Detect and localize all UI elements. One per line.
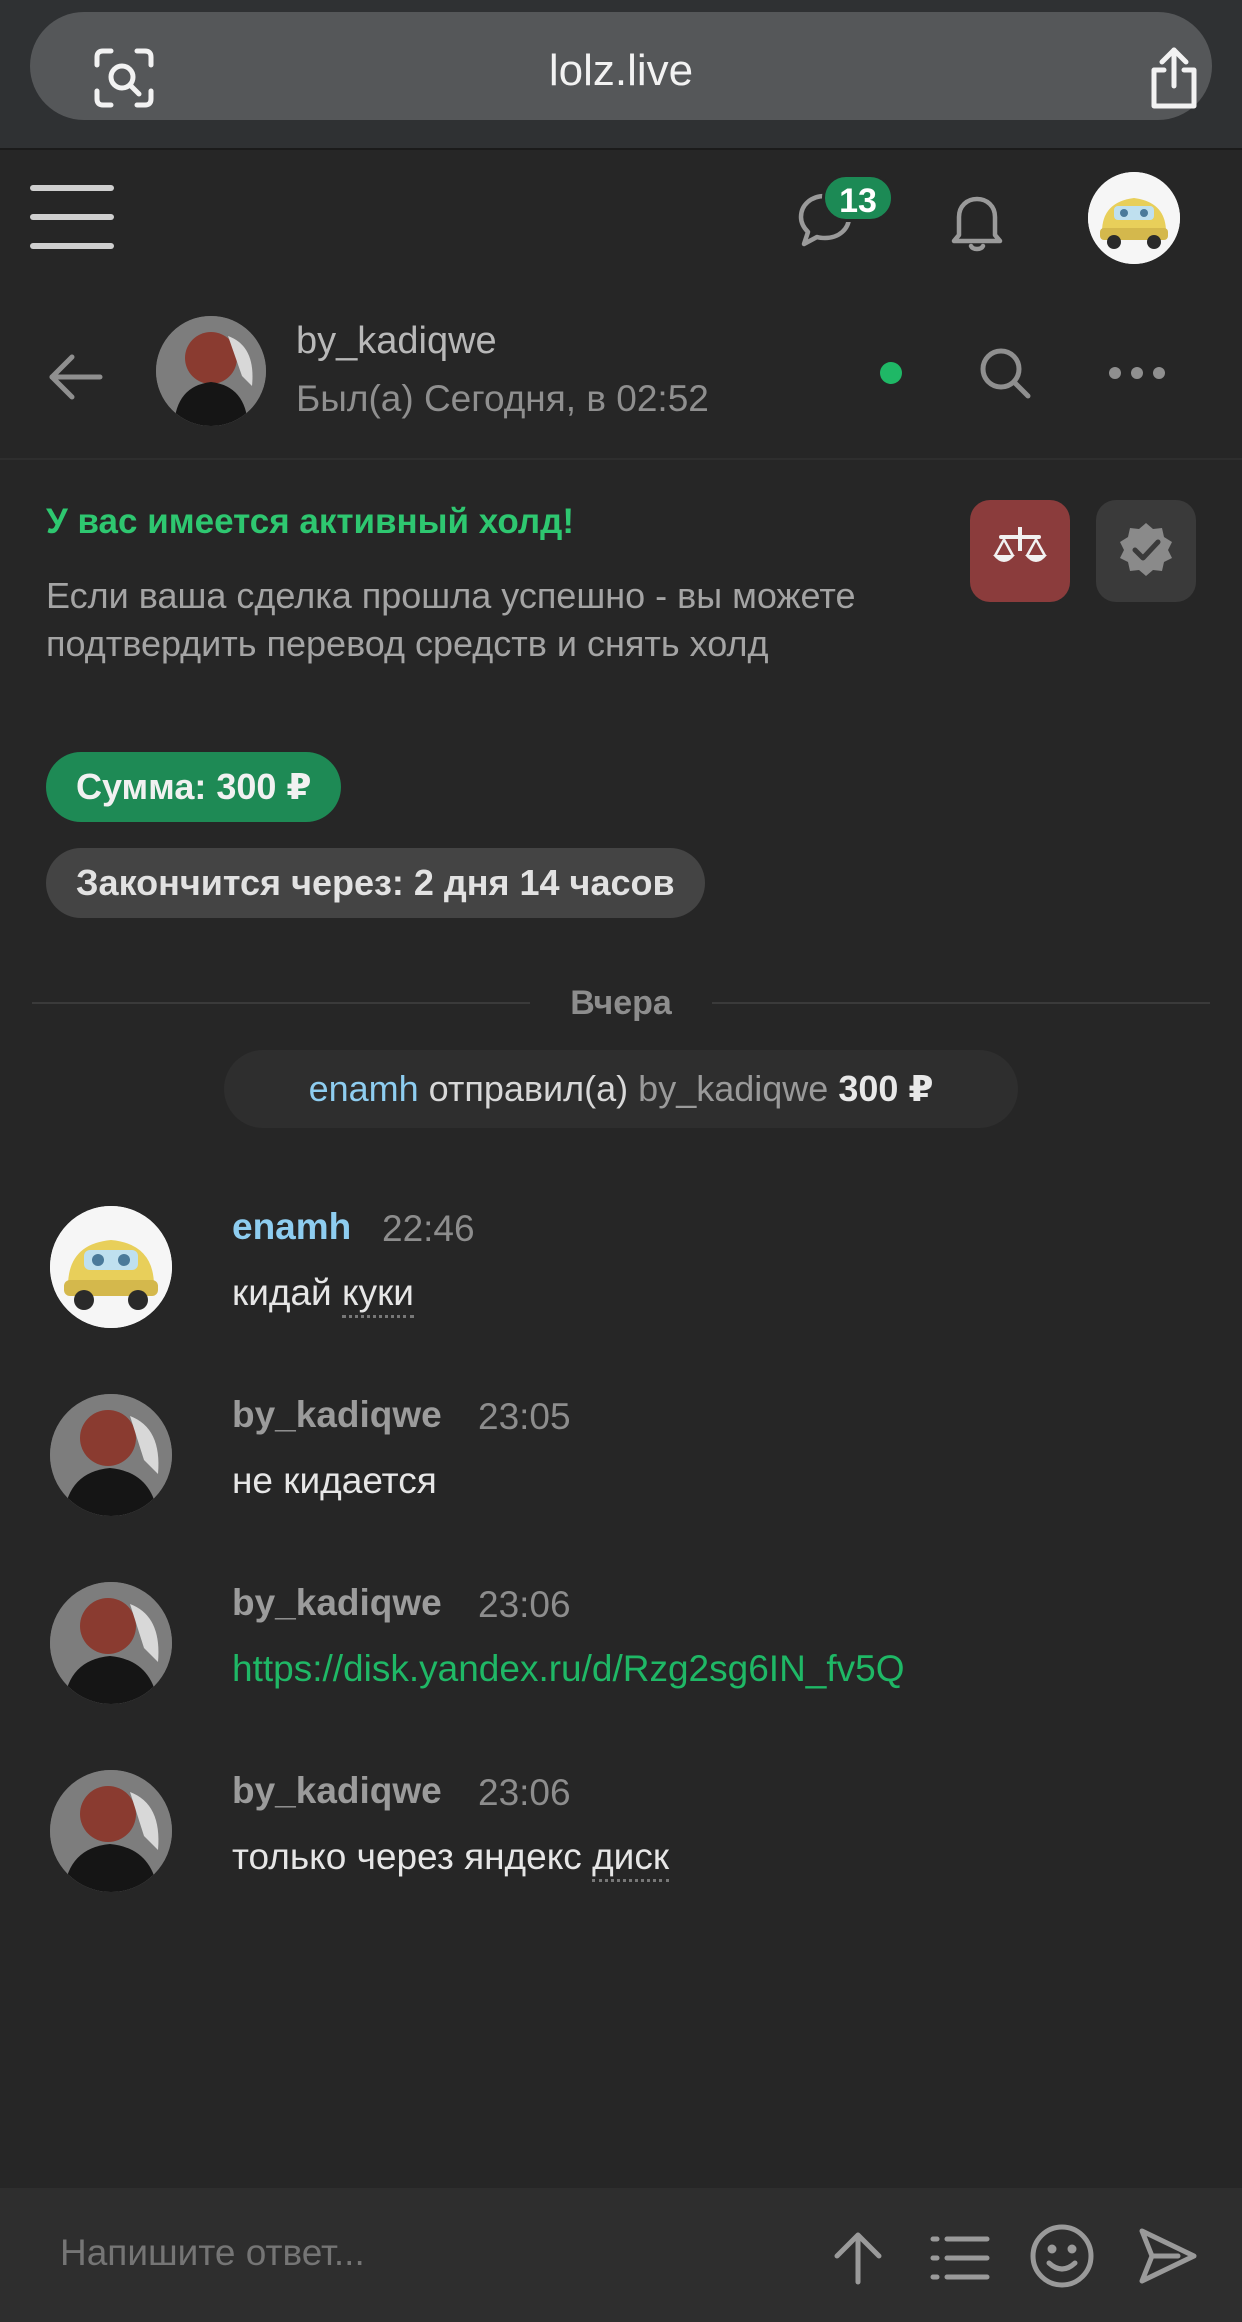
message-item: by_kadiqwe 23:05 не кидается bbox=[0, 1394, 1242, 1544]
transfer-amount: 300 ₽ bbox=[838, 1068, 934, 1109]
date-divider: Вчера bbox=[0, 984, 1242, 1023]
arrow-left-icon[interactable] bbox=[36, 338, 114, 416]
hold-description: Если ваша сделка прошла успешно - вы мож… bbox=[46, 575, 856, 664]
hold-title: У вас имеется активный холд! bbox=[46, 502, 575, 541]
scales-icon bbox=[991, 525, 1049, 578]
conversation-avatar[interactable] bbox=[156, 316, 266, 426]
message-avatar[interactable] bbox=[50, 1394, 172, 1516]
message-text: только через яндекс диск bbox=[232, 1836, 670, 1882]
transfer-verb: отправил(а) bbox=[428, 1068, 629, 1109]
url-field[interactable]: lolz.live bbox=[30, 12, 1212, 120]
date-divider-label: Вчера bbox=[530, 984, 712, 1022]
share-icon[interactable] bbox=[1138, 40, 1210, 116]
transfer-recipient[interactable]: by_kadiqwe bbox=[638, 1068, 828, 1109]
hamburger-icon[interactable] bbox=[28, 178, 116, 256]
transfer-sender[interactable]: enamh bbox=[309, 1068, 419, 1109]
browser-address-bar: lolz.live bbox=[0, 0, 1242, 150]
message-author[interactable]: by_kadiqwe bbox=[232, 1582, 442, 1624]
message-item: enamh 22:46 кидай куки bbox=[0, 1206, 1242, 1356]
list-icon[interactable] bbox=[922, 2220, 998, 2296]
arrow-up-icon[interactable] bbox=[820, 2220, 896, 2296]
message-avatar[interactable] bbox=[50, 1770, 172, 1892]
message-author[interactable]: by_kadiqwe bbox=[232, 1394, 442, 1436]
message-text-part: кидай bbox=[232, 1272, 342, 1313]
user-avatar[interactable] bbox=[1088, 172, 1180, 264]
more-dots-icon[interactable] bbox=[1100, 338, 1174, 408]
conversation-header: by_kadiqwe Был(а) Сегодня, в 02:52 bbox=[0, 300, 1242, 460]
message-time: 22:46 bbox=[382, 1208, 475, 1249]
conversation-name[interactable]: by_kadiqwe bbox=[296, 320, 497, 363]
message-avatar[interactable] bbox=[50, 1206, 172, 1328]
arbitration-button[interactable] bbox=[970, 500, 1070, 602]
message-time: 23:06 bbox=[478, 1772, 571, 1813]
last-seen-status: Был(а) Сегодня, в 02:52 bbox=[296, 378, 709, 419]
url-text: lolz.live bbox=[548, 46, 694, 95]
online-indicator bbox=[880, 362, 902, 384]
send-icon[interactable] bbox=[1130, 2218, 1206, 2294]
bell-icon[interactable] bbox=[936, 182, 1018, 262]
message-item: by_kadiqwe 23:06 только через яндекс дис… bbox=[0, 1770, 1242, 1920]
active-hold-panel: У вас имеется активный холд! Если ваша с… bbox=[0, 462, 1242, 952]
search-icon[interactable] bbox=[970, 338, 1040, 408]
verified-badge-icon bbox=[1117, 520, 1175, 583]
reply-input[interactable] bbox=[60, 2232, 760, 2274]
message-text-part: только через яндекс bbox=[232, 1836, 593, 1877]
message-link[interactable]: https://disk.yandex.ru/d/Rzg2sg6IN_fv5Q bbox=[232, 1648, 905, 1690]
message-composer bbox=[0, 2188, 1242, 2322]
message-time: 23:06 bbox=[478, 1584, 571, 1625]
hold-sum-pill: Сумма: 300 ₽ bbox=[46, 752, 342, 822]
message-text: не кидается bbox=[232, 1460, 437, 1501]
confirm-transfer-button[interactable] bbox=[1096, 500, 1196, 602]
message-time: 23:05 bbox=[478, 1396, 571, 1437]
message-text-term[interactable]: диск bbox=[592, 1836, 670, 1882]
message-author[interactable]: by_kadiqwe bbox=[232, 1770, 442, 1812]
unread-messages-badge: 13 bbox=[822, 174, 894, 222]
message-text: кидай куки bbox=[232, 1272, 414, 1318]
hold-expires-pill: Закончится через: 2 дня 14 часов bbox=[46, 848, 705, 918]
message-author[interactable]: enamh bbox=[232, 1206, 351, 1248]
message-text-term[interactable]: куки bbox=[341, 1272, 414, 1318]
smiley-icon[interactable] bbox=[1022, 2216, 1102, 2296]
app-header: 13 bbox=[0, 152, 1242, 282]
message-avatar[interactable] bbox=[50, 1582, 172, 1704]
transfer-notice: enamh отправил(а) by_kadiqwe 300 ₽ bbox=[224, 1050, 1018, 1128]
message-item: by_kadiqwe 23:06 https://disk.yandex.ru/… bbox=[0, 1582, 1242, 1732]
